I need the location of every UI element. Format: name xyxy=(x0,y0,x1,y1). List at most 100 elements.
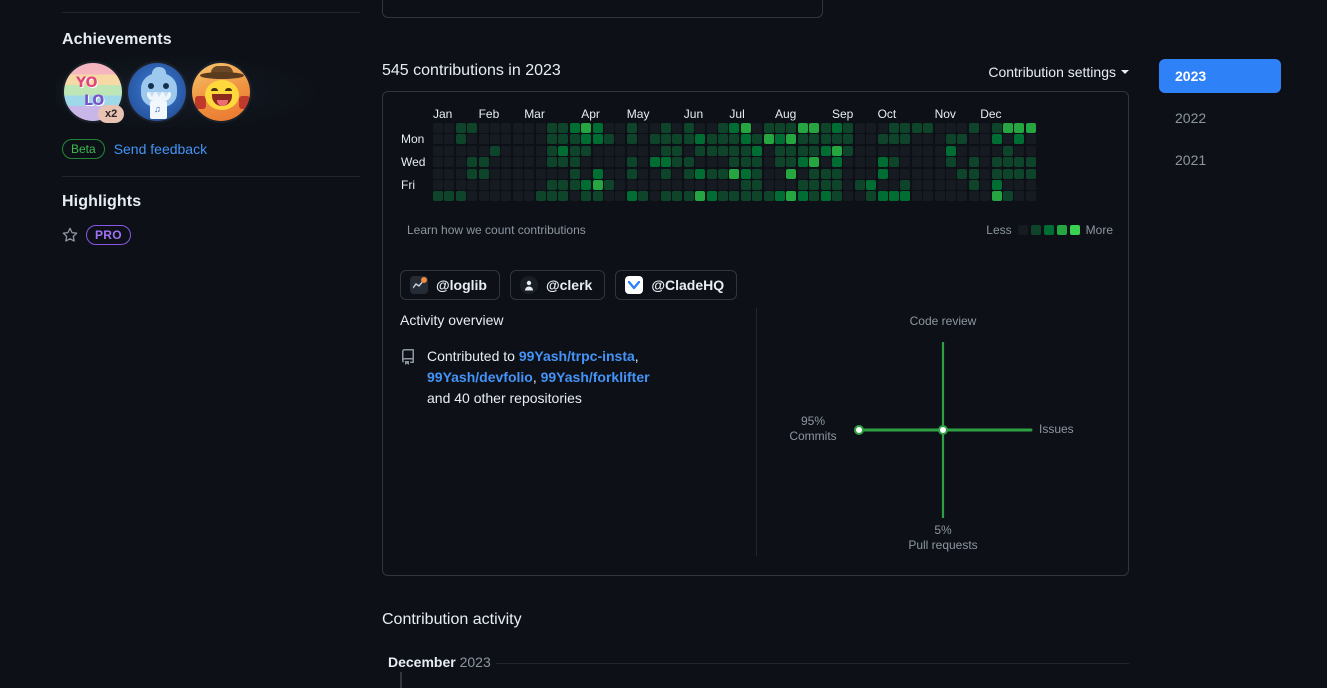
contribution-day-cell[interactable] xyxy=(900,191,911,202)
contribution-day-cell[interactable] xyxy=(524,123,535,133)
contribution-day-cell[interactable] xyxy=(980,123,991,133)
contribution-day-cell[interactable] xyxy=(626,180,637,190)
contribution-day-cell[interactable] xyxy=(1003,180,1013,190)
contribution-day-cell[interactable] xyxy=(911,123,922,133)
contribution-day-cell[interactable] xyxy=(558,134,569,145)
contribution-day-cell[interactable] xyxy=(866,123,877,133)
contribution-day-cell[interactable] xyxy=(524,145,535,156)
contribution-day-cell[interactable] xyxy=(911,157,922,168)
contribution-day-cell[interactable] xyxy=(535,123,546,133)
contribution-day-cell[interactable] xyxy=(854,145,865,156)
contribution-day-cell[interactable] xyxy=(638,134,649,145)
contribution-day-cell[interactable] xyxy=(991,168,1002,179)
contribution-day-cell[interactable] xyxy=(797,145,808,156)
contribution-day-cell[interactable] xyxy=(957,168,968,179)
contribution-day-cell[interactable] xyxy=(832,157,842,168)
contribution-day-cell[interactable] xyxy=(512,123,523,133)
contribution-day-cell[interactable] xyxy=(968,191,979,202)
contribution-day-cell[interactable] xyxy=(946,123,956,133)
contribution-day-cell[interactable] xyxy=(991,123,1002,133)
contribution-day-cell[interactable] xyxy=(740,168,751,179)
contribution-day-cell[interactable] xyxy=(433,134,443,145)
contribution-day-cell[interactable] xyxy=(695,180,706,190)
contribution-day-cell[interactable] xyxy=(683,168,694,179)
contribution-day-cell[interactable] xyxy=(980,134,991,145)
contribution-day-cell[interactable] xyxy=(946,134,956,145)
contribution-day-cell[interactable] xyxy=(1014,180,1025,190)
contribution-day-cell[interactable] xyxy=(843,191,854,202)
contribution-day-cell[interactable] xyxy=(501,157,512,168)
contribution-day-cell[interactable] xyxy=(980,157,991,168)
contribution-day-cell[interactable] xyxy=(547,168,557,179)
contribution-day-cell[interactable] xyxy=(467,157,478,168)
contribution-day-cell[interactable] xyxy=(763,157,774,168)
contribution-day-cell[interactable] xyxy=(1014,168,1025,179)
contribution-day-cell[interactable] xyxy=(706,168,717,179)
contribution-day-cell[interactable] xyxy=(763,134,774,145)
contribution-day-cell[interactable] xyxy=(592,134,603,145)
contribution-day-cell[interactable] xyxy=(763,191,774,202)
contribution-day-cell[interactable] xyxy=(957,123,968,133)
contribution-day-cell[interactable] xyxy=(911,134,922,145)
contribution-day-cell[interactable] xyxy=(558,180,569,190)
contribution-day-cell[interactable] xyxy=(512,191,523,202)
contribution-day-cell[interactable] xyxy=(752,134,763,145)
contribution-day-cell[interactable] xyxy=(615,123,626,133)
contribution-day-cell[interactable] xyxy=(1025,123,1036,133)
contribution-day-cell[interactable] xyxy=(786,180,797,190)
contribution-day-cell[interactable] xyxy=(490,145,500,156)
contribution-day-cell[interactable] xyxy=(934,145,945,156)
contribution-day-cell[interactable] xyxy=(775,180,785,190)
contribution-day-cell[interactable] xyxy=(695,123,706,133)
contribution-day-cell[interactable] xyxy=(649,180,660,190)
contribution-day-cell[interactable] xyxy=(467,180,478,190)
contribution-day-cell[interactable] xyxy=(752,168,763,179)
contribution-day-cell[interactable] xyxy=(797,168,808,179)
contribution-day-cell[interactable] xyxy=(775,157,785,168)
contribution-day-cell[interactable] xyxy=(786,123,797,133)
contribution-day-cell[interactable] xyxy=(843,168,854,179)
contribution-day-cell[interactable] xyxy=(740,157,751,168)
contribution-day-cell[interactable] xyxy=(638,157,649,168)
contribution-day-cell[interactable] xyxy=(934,180,945,190)
contribution-day-cell[interactable] xyxy=(569,123,580,133)
contribution-day-cell[interactable] xyxy=(672,157,683,168)
contribution-day-cell[interactable] xyxy=(626,168,637,179)
contribution-day-cell[interactable] xyxy=(729,191,740,202)
contribution-day-cell[interactable] xyxy=(695,191,706,202)
contribution-day-cell[interactable] xyxy=(478,123,489,133)
contribution-day-cell[interactable] xyxy=(467,123,478,133)
contribution-day-cell[interactable] xyxy=(558,145,569,156)
contribution-settings-button[interactable]: Contribution settings xyxy=(988,64,1129,80)
contribution-day-cell[interactable] xyxy=(535,191,546,202)
contribution-day-cell[interactable] xyxy=(626,145,637,156)
contribution-day-cell[interactable] xyxy=(547,123,557,133)
contribution-day-cell[interactable] xyxy=(638,123,649,133)
contribution-day-cell[interactable] xyxy=(946,145,956,156)
organization-badge[interactable]: @clerk xyxy=(509,270,606,300)
contribution-day-cell[interactable] xyxy=(763,123,774,133)
contribution-day-cell[interactable] xyxy=(718,134,728,145)
contribution-day-cell[interactable] xyxy=(809,168,820,179)
contribution-day-cell[interactable] xyxy=(661,168,671,179)
contribution-day-cell[interactable] xyxy=(1003,123,1013,133)
contribution-day-cell[interactable] xyxy=(569,145,580,156)
contribution-day-cell[interactable] xyxy=(854,168,865,179)
contribution-day-cell[interactable] xyxy=(604,180,614,190)
contribution-day-cell[interactable] xyxy=(501,180,512,190)
contribution-day-cell[interactable] xyxy=(820,180,831,190)
contribution-day-cell[interactable] xyxy=(558,168,569,179)
contribution-day-cell[interactable] xyxy=(946,180,956,190)
contribution-day-cell[interactable] xyxy=(683,157,694,168)
contribution-day-cell[interactable] xyxy=(923,157,934,168)
contribution-day-cell[interactable] xyxy=(854,180,865,190)
contribution-day-cell[interactable] xyxy=(786,157,797,168)
contribution-day-cell[interactable] xyxy=(923,168,934,179)
contribution-day-cell[interactable] xyxy=(889,168,899,179)
contribution-day-cell[interactable] xyxy=(467,145,478,156)
contribution-day-cell[interactable] xyxy=(558,123,569,133)
contribution-day-cell[interactable] xyxy=(444,157,455,168)
contribution-day-cell[interactable] xyxy=(695,134,706,145)
contribution-day-cell[interactable] xyxy=(729,134,740,145)
contribution-day-cell[interactable] xyxy=(775,168,785,179)
